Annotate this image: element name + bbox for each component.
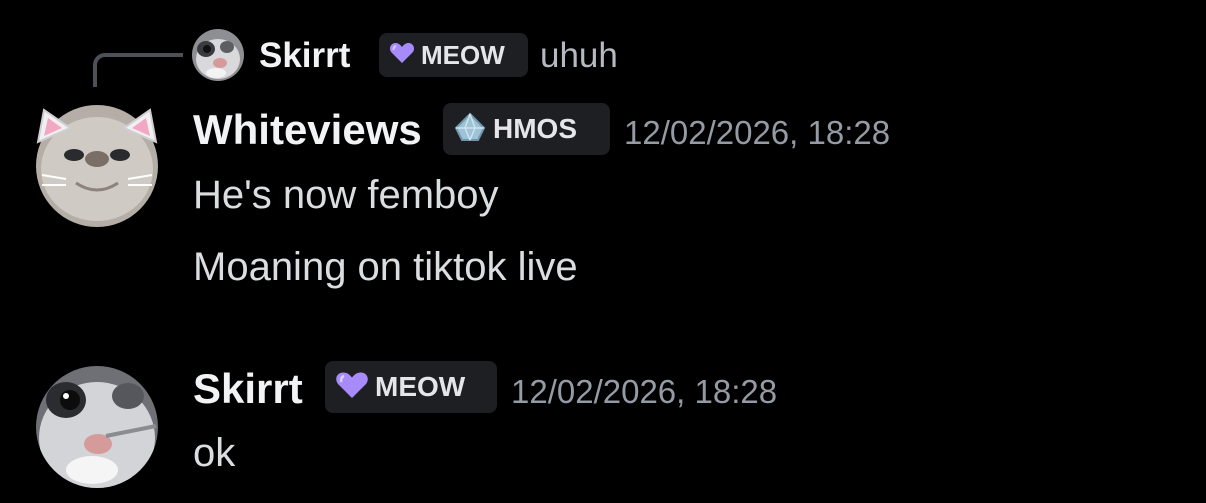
reply-avatar[interactable] xyxy=(192,29,244,81)
author-name[interactable]: Whiteviews xyxy=(193,105,422,155)
message-text[interactable]: He's now femboy xyxy=(193,170,499,220)
chat-log: Skirrt MEOW uhuh Whiteviews HMOS 12/02/2… xyxy=(0,0,1206,503)
reply-message-text[interactable]: uhuh xyxy=(540,35,618,77)
cat-avatar-icon xyxy=(192,29,244,81)
message-timestamp[interactable]: 12/02/2026, 18:28 xyxy=(624,112,890,154)
author-name[interactable]: Skirrt xyxy=(193,364,303,414)
cat-ears-decoration xyxy=(36,108,158,144)
reply-author-name[interactable]: Skirrt xyxy=(259,35,350,77)
tag-label: HMOS xyxy=(493,113,577,144)
message-text[interactable]: Moaning on tiktok live xyxy=(193,242,578,292)
purple-heart-icon xyxy=(335,370,369,405)
cat-avatar-icon xyxy=(36,366,158,488)
reply-author-tag[interactable]: MEOW xyxy=(379,33,528,77)
blue-gem-icon xyxy=(453,112,487,147)
reply-tag-label: MEOW xyxy=(421,40,505,70)
tag-label: MEOW xyxy=(375,371,466,402)
message-text[interactable]: ok xyxy=(193,428,235,478)
message-timestamp[interactable]: 12/02/2026, 18:28 xyxy=(511,371,777,413)
reply-connector-line xyxy=(93,53,183,87)
author-tag[interactable]: MEOW xyxy=(325,361,497,413)
purple-heart-icon xyxy=(389,41,415,70)
user-avatar[interactable] xyxy=(36,366,158,488)
author-tag[interactable]: HMOS xyxy=(443,103,610,155)
